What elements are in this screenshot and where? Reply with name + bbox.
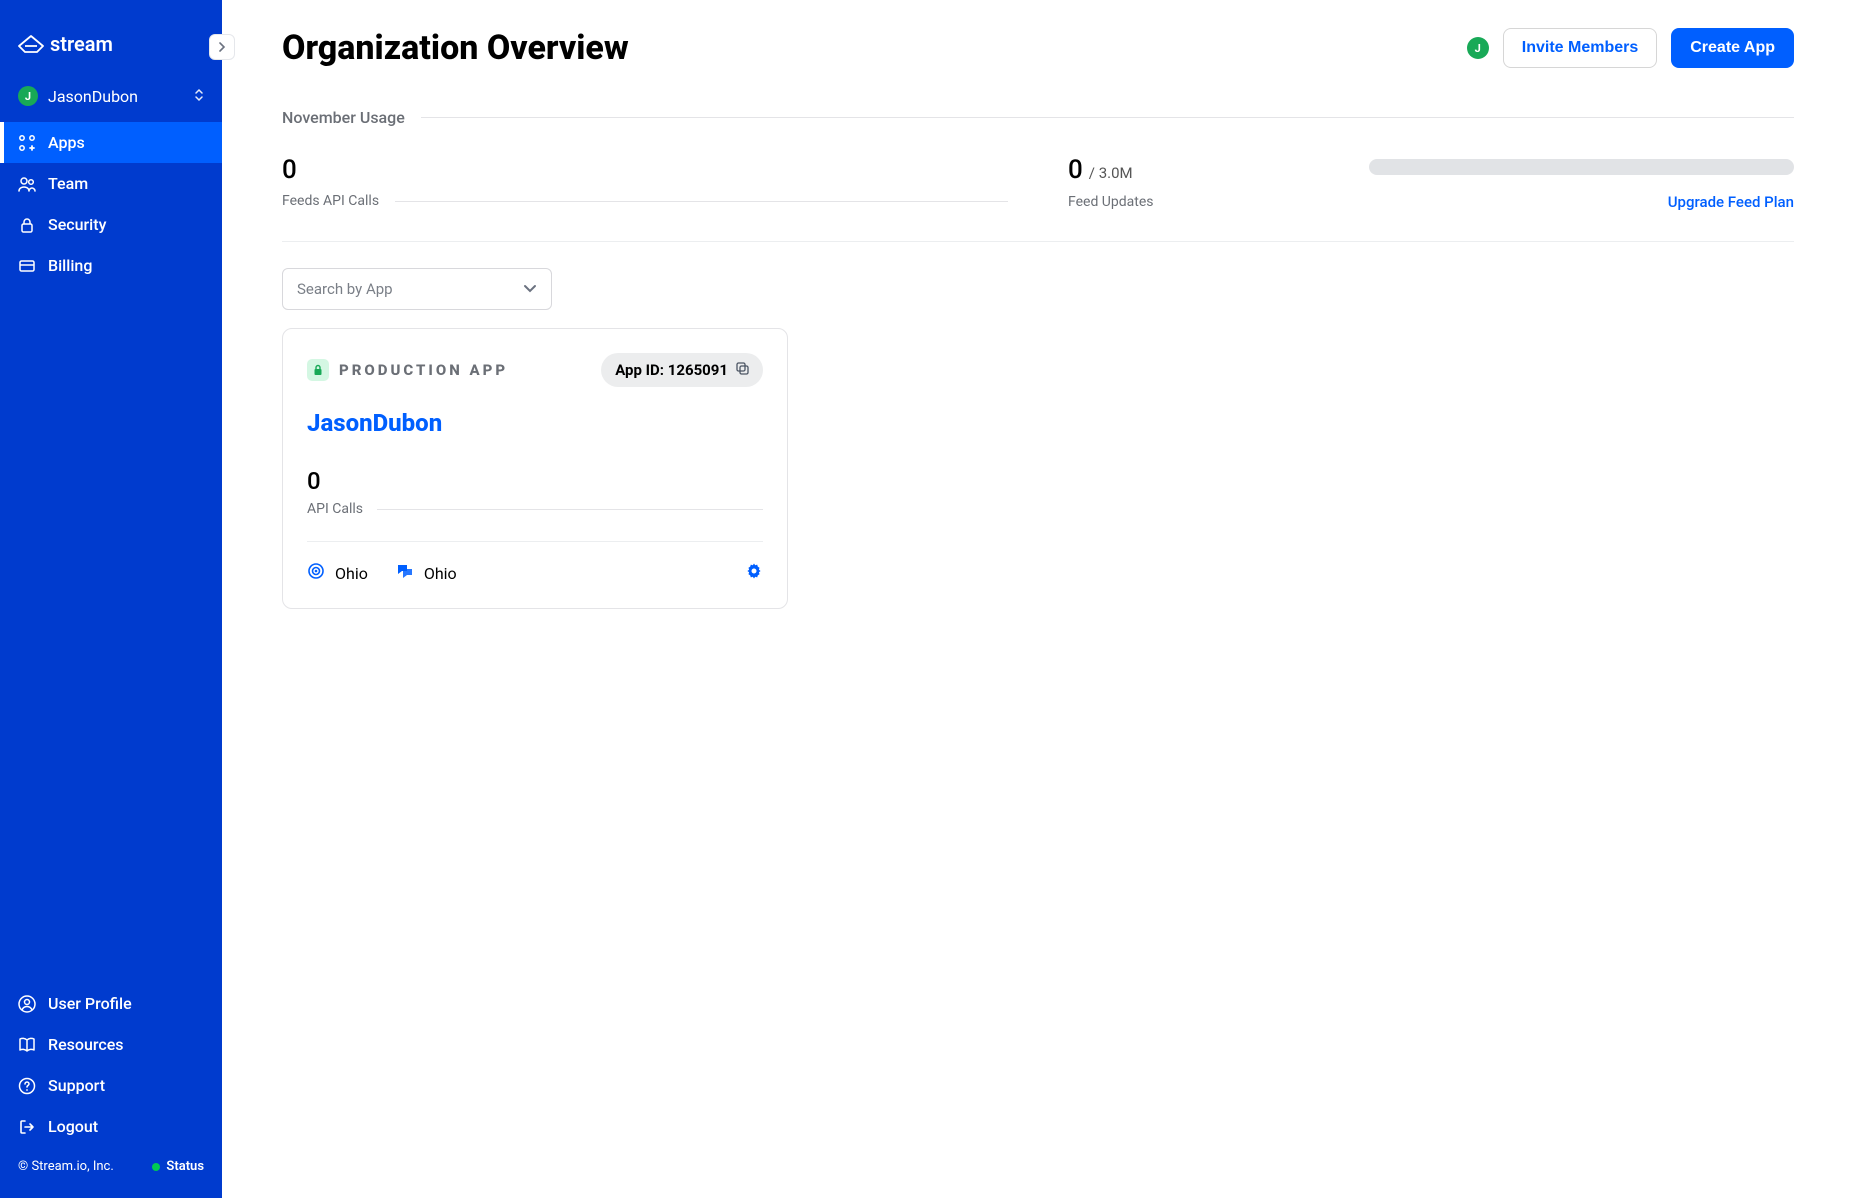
sidebar-item-team[interactable]: Team bbox=[0, 163, 222, 204]
feed-region: Ohio bbox=[307, 562, 368, 584]
feed-updates-label: Feed Updates bbox=[1068, 194, 1154, 210]
org-selector[interactable]: J JasonDubon bbox=[0, 76, 222, 116]
app-id-text: App ID: 1265091 bbox=[615, 361, 728, 379]
lock-icon bbox=[18, 216, 36, 234]
sidebar-item-label: User Profile bbox=[48, 994, 132, 1013]
sidebar-item-label: Security bbox=[48, 215, 106, 234]
team-icon bbox=[18, 175, 36, 193]
app-settings-button[interactable] bbox=[745, 562, 763, 584]
app-type: PRODUCTION APP bbox=[307, 359, 508, 381]
app-name-link[interactable]: JasonDubon bbox=[307, 409, 763, 437]
book-icon bbox=[18, 1036, 36, 1054]
header-actions: J Invite Members Create App bbox=[1467, 28, 1794, 68]
invite-members-button[interactable]: Invite Members bbox=[1503, 28, 1657, 68]
copyright: © Stream.io, Inc. bbox=[18, 1159, 114, 1174]
user-avatar[interactable]: J bbox=[1467, 37, 1489, 59]
sidebar-item-label: Support bbox=[48, 1076, 105, 1095]
usage-section-label: November Usage bbox=[282, 108, 1794, 127]
apps-icon bbox=[18, 134, 36, 152]
sidebar-item-security[interactable]: Security bbox=[0, 204, 222, 245]
sidebar-item-label: Team bbox=[48, 174, 88, 193]
feed-updates-limit: / 3.0M bbox=[1089, 164, 1133, 182]
sidebar-collapse-button[interactable] bbox=[209, 34, 235, 60]
sidebar-item-support[interactable]: Support bbox=[0, 1065, 222, 1106]
search-by-app-select[interactable]: Search by App bbox=[282, 268, 552, 310]
sidebar-item-apps[interactable]: Apps bbox=[0, 122, 222, 163]
feed-updates: 0 / 3.0M Feed Updates Upgrade Feed Plan bbox=[1068, 155, 1794, 211]
sidebar-item-billing[interactable]: Billing bbox=[0, 245, 222, 286]
status-label: Status bbox=[166, 1159, 204, 1174]
usage-row: 0 Feeds API Calls 0 / 3.0M Feed Updates … bbox=[282, 155, 1794, 242]
user-icon bbox=[18, 995, 36, 1013]
chat-region: Ohio bbox=[396, 562, 457, 584]
feed-updates-value: 0 bbox=[1068, 155, 1083, 185]
sidebar-item-label: Billing bbox=[48, 256, 92, 275]
card-icon bbox=[18, 257, 36, 275]
page-header: Organization Overview J Invite Members C… bbox=[282, 28, 1794, 68]
sidebar-item-logout[interactable]: Logout bbox=[0, 1106, 222, 1147]
chevron-down-icon bbox=[523, 284, 537, 294]
feeds-api-calls: 0 Feeds API Calls bbox=[282, 155, 1008, 211]
org-avatar: J bbox=[18, 86, 38, 106]
chat-region-icon bbox=[396, 562, 414, 584]
sidebar: stream J JasonDubon Apps Team Security B… bbox=[0, 0, 222, 1198]
feed-updates-progress bbox=[1369, 159, 1794, 175]
logout-icon bbox=[18, 1118, 36, 1136]
lock-icon bbox=[307, 359, 329, 381]
status-link[interactable]: Status bbox=[152, 1159, 204, 1174]
app-id-pill[interactable]: App ID: 1265091 bbox=[601, 353, 763, 387]
feeds-api-label: Feeds API Calls bbox=[282, 193, 379, 209]
search-placeholder: Search by App bbox=[297, 280, 393, 298]
help-icon bbox=[18, 1077, 36, 1095]
app-api-calls-value: 0 bbox=[307, 467, 763, 495]
page-title: Organization Overview bbox=[282, 28, 629, 68]
sidebar-item-label: Logout bbox=[48, 1117, 98, 1136]
feeds-api-value: 0 bbox=[282, 155, 1008, 185]
copy-icon bbox=[736, 362, 749, 379]
sidebar-item-label: Apps bbox=[48, 133, 85, 152]
create-app-button[interactable]: Create App bbox=[1671, 28, 1794, 68]
chevron-right-icon bbox=[218, 42, 226, 52]
feed-region-icon bbox=[307, 562, 325, 584]
main-content: Organization Overview J Invite Members C… bbox=[222, 0, 1854, 1198]
brand-logo[interactable]: stream bbox=[0, 0, 222, 76]
boat-icon bbox=[18, 35, 44, 53]
sidebar-item-resources[interactable]: Resources bbox=[0, 1024, 222, 1065]
brand-name: stream bbox=[50, 32, 113, 56]
app-api-calls-label: API Calls bbox=[307, 501, 363, 517]
app-card: PRODUCTION APP App ID: 1265091 JasonDubo… bbox=[282, 328, 788, 609]
sidebar-item-user-profile[interactable]: User Profile bbox=[0, 983, 222, 1024]
org-name: JasonDubon bbox=[48, 87, 184, 106]
gear-icon bbox=[745, 562, 763, 580]
upgrade-feed-plan-link[interactable]: Upgrade Feed Plan bbox=[1668, 193, 1794, 211]
updown-icon bbox=[194, 88, 204, 105]
sidebar-item-label: Resources bbox=[48, 1035, 124, 1054]
status-dot-icon bbox=[152, 1163, 160, 1171]
